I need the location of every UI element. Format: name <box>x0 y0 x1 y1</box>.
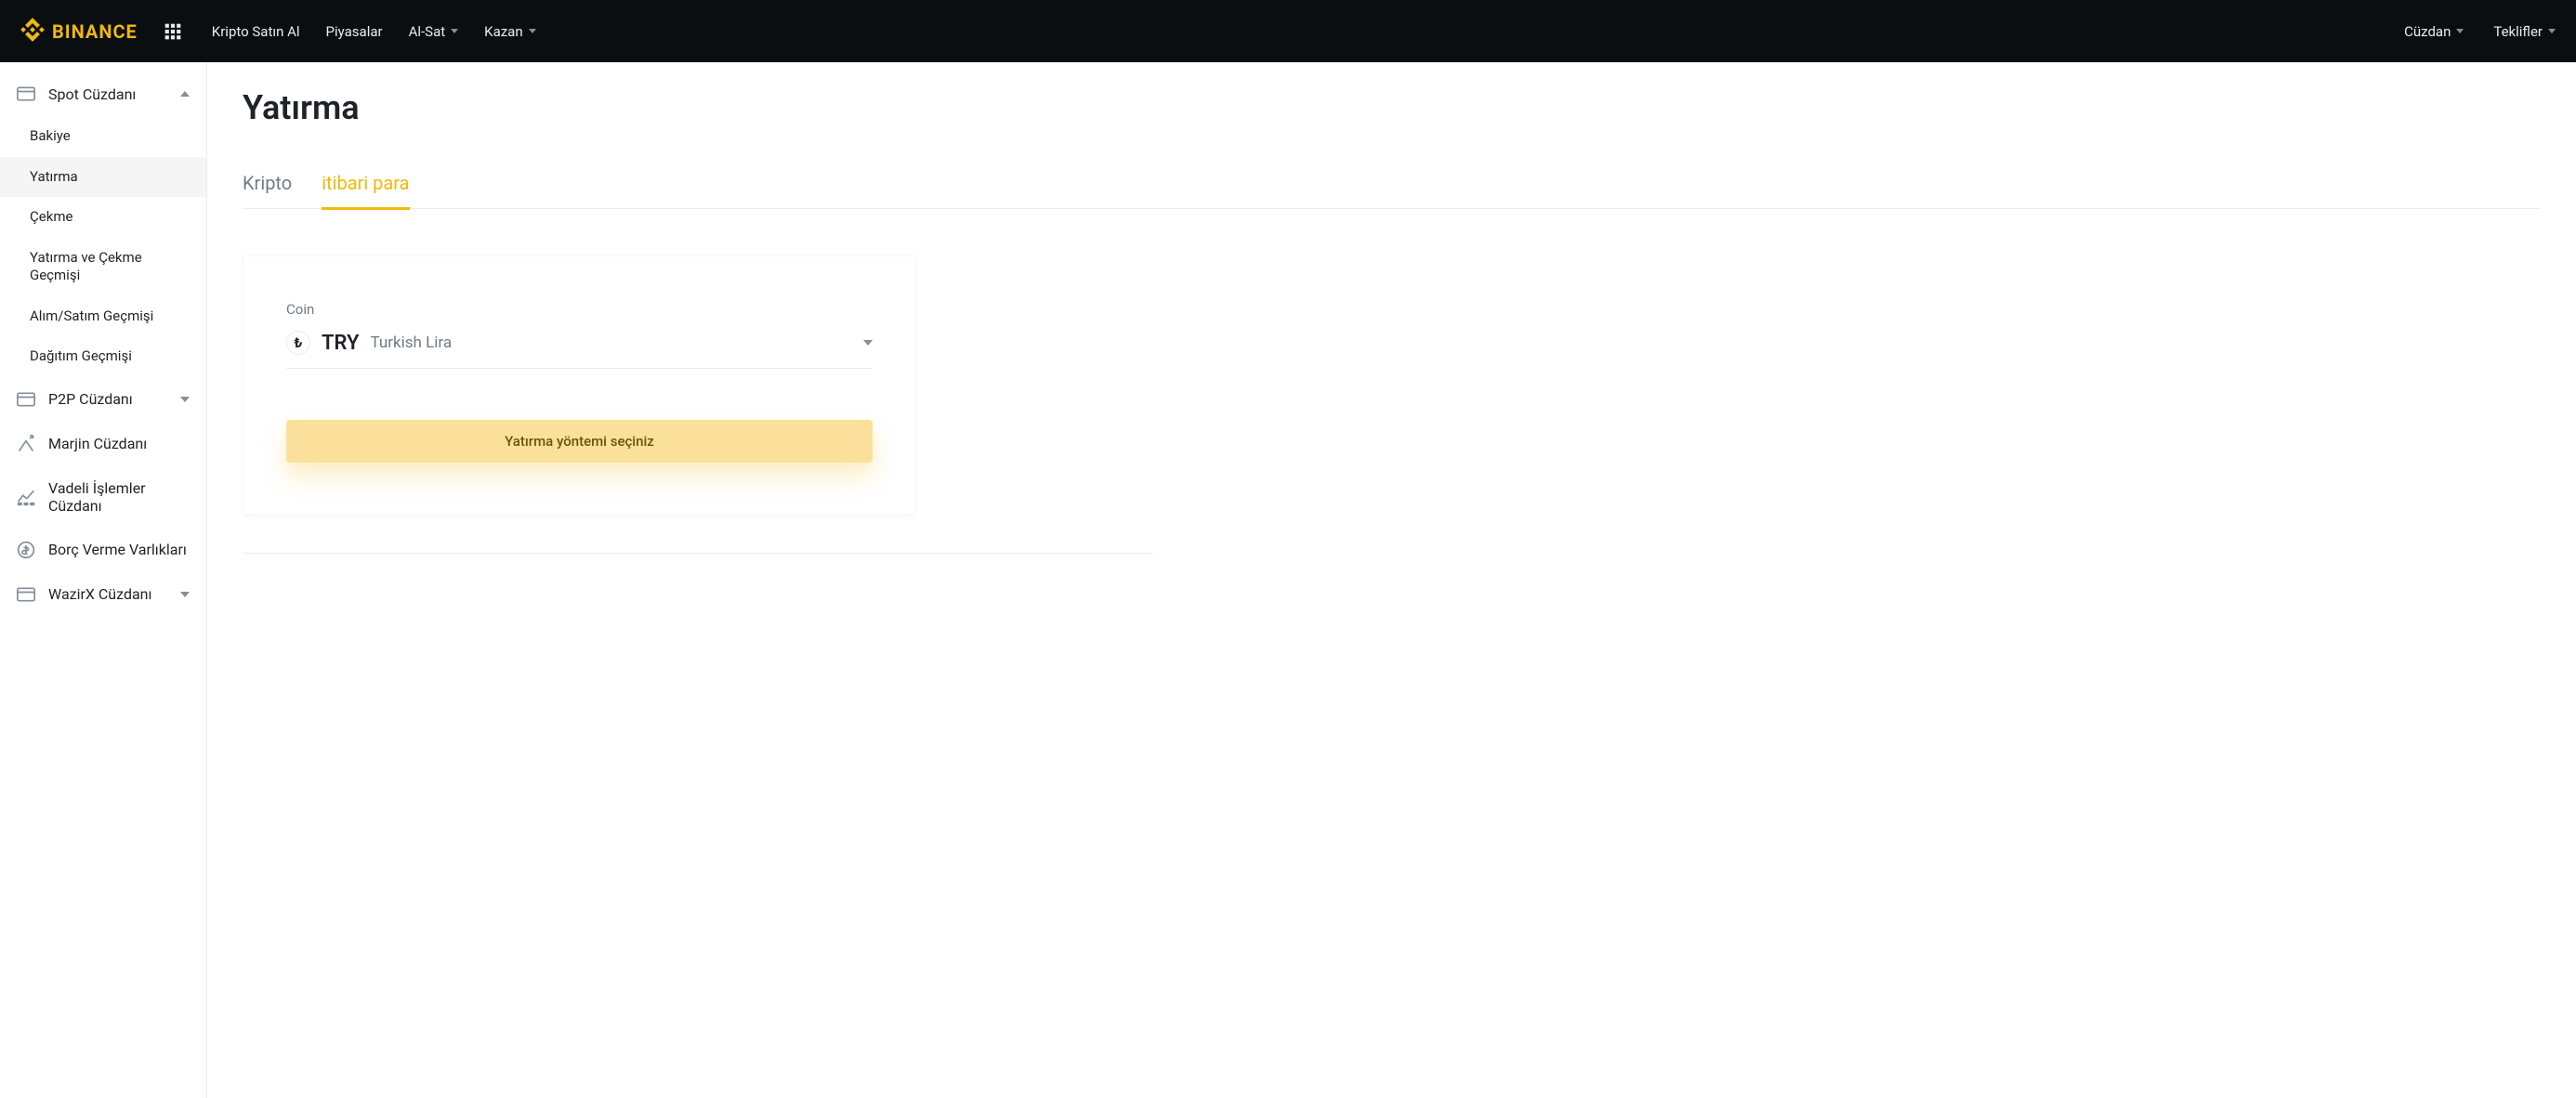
margin-icon <box>17 435 35 453</box>
header-nav-right: Cüzdan Teklifler <box>2404 23 2556 40</box>
chevron-down-icon <box>2548 29 2556 33</box>
deposit-card: Coin ₺ TRY Turkish Lira Yatırma yöntemi … <box>243 255 916 516</box>
chevron-down-icon <box>180 592 190 597</box>
sidebar-section-p2p[interactable]: P2P Cüzdanı <box>0 377 206 422</box>
wallet-icon <box>17 585 35 604</box>
chevron-down-icon <box>451 29 458 33</box>
sidebar-section-futures[interactable]: Vadeli İşlemler Cüzdanı <box>0 466 206 528</box>
nav-earn[interactable]: Kazan <box>484 23 535 40</box>
chevron-up-icon <box>180 91 190 97</box>
chevron-down-icon <box>529 29 536 33</box>
chevron-down-icon <box>863 340 873 346</box>
brand-name: BINANCE <box>52 20 138 43</box>
logo[interactable]: BINANCE <box>20 18 138 46</box>
header-nav: Kripto Satın Al Piyasalar Al-Sat Kazan <box>212 23 536 40</box>
nav-wallet[interactable]: Cüzdan <box>2404 23 2464 40</box>
sidebar-item-deposit-withdraw-history[interactable]: Yatırma ve Çekme Geçmişi <box>0 238 206 296</box>
nav-buy-crypto[interactable]: Kripto Satın Al <box>212 23 300 40</box>
binance-logo-icon <box>20 18 45 46</box>
try-currency-icon: ₺ <box>286 331 310 355</box>
coin-select[interactable]: ₺ TRY Turkish Lira <box>286 325 873 369</box>
wallet-icon <box>17 390 35 409</box>
tab-crypto[interactable]: Kripto <box>243 164 292 208</box>
coin-field-label: Coin <box>286 301 873 318</box>
chevron-down-icon <box>2456 29 2464 33</box>
chevron-down-icon <box>180 397 190 402</box>
nav-markets[interactable]: Piyasalar <box>326 23 383 40</box>
sidebar-section-lending[interactable]: Borç Verme Varlıkları <box>0 528 206 572</box>
apps-grid-icon[interactable] <box>164 22 182 41</box>
nav-offers[interactable]: Teklifler <box>2493 23 2556 40</box>
divider <box>243 553 1153 554</box>
futures-icon <box>17 488 35 506</box>
coin-code: TRY <box>322 332 360 355</box>
tab-fiat[interactable]: itibari para <box>322 164 409 210</box>
page-title: Yatırma <box>243 88 2541 127</box>
sidebar-section-spot[interactable]: Spot Cüzdanı <box>0 72 206 116</box>
sidebar-section-margin[interactable]: Marjin Cüzdanı <box>0 422 206 466</box>
wallet-icon <box>17 85 35 103</box>
sidebar-item-withdraw[interactable]: Çekme <box>0 197 206 238</box>
nav-trade[interactable]: Al-Sat <box>409 23 459 40</box>
sidebar-item-trade-history[interactable]: Alım/Satım Geçmişi <box>0 296 206 337</box>
select-deposit-method-button[interactable]: Yatırma yöntemi seçiniz <box>286 420 873 463</box>
sidebar-item-balance[interactable]: Bakiye <box>0 116 206 157</box>
sidebar-item-deposit[interactable]: Yatırma <box>0 157 206 198</box>
sidebar: Spot Cüzdanı Bakiye Yatırma Çekme Yatırm… <box>0 62 207 1098</box>
sidebar-item-distribution-history[interactable]: Dağıtım Geçmişi <box>0 336 206 377</box>
sidebar-section-wazirx[interactable]: WazirX Cüzdanı <box>0 572 206 617</box>
lending-icon <box>17 541 35 559</box>
deposit-tabs: Kripto itibari para <box>243 164 2541 209</box>
coin-name: Turkish Lira <box>371 333 453 352</box>
